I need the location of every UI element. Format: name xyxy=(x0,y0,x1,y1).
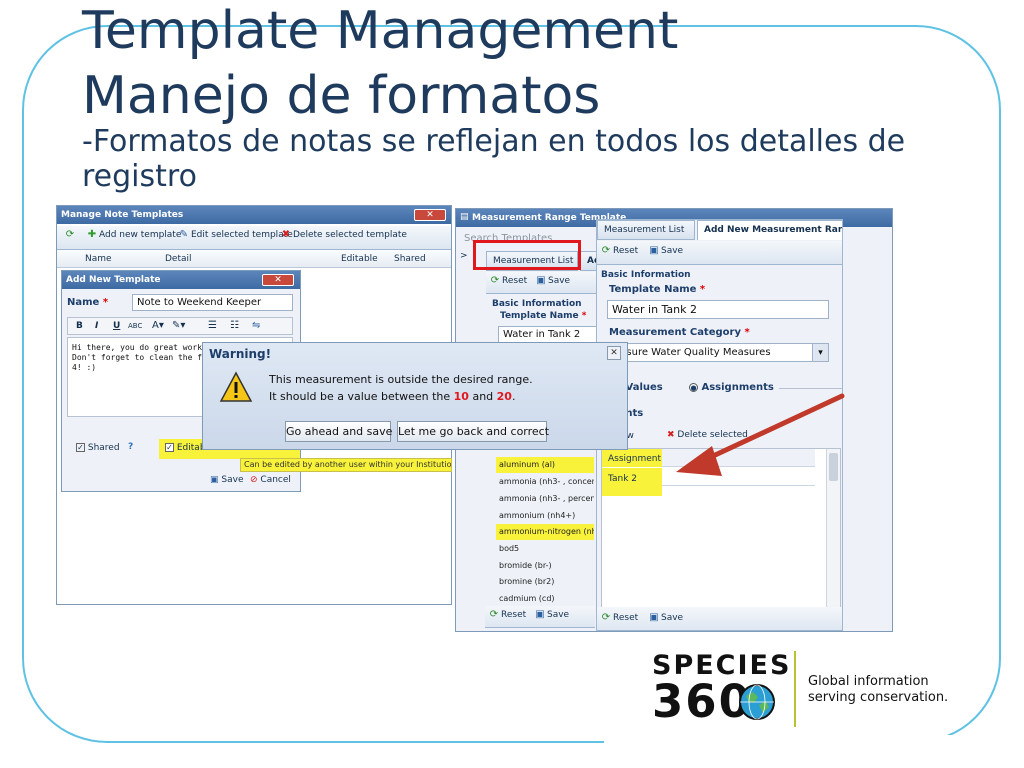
logo-number: 360 xyxy=(652,675,752,728)
warning-message-1: This measurement is outside the desired … xyxy=(269,373,533,386)
go-ahead-save-button[interactable]: Go ahead and save xyxy=(285,421,392,442)
range-max: 20 xyxy=(496,390,512,403)
globe-icon xyxy=(739,684,775,720)
logo-tagline-2: serving conservation. xyxy=(808,690,949,705)
slide: Template Management Manejo de formatos -… xyxy=(0,0,1024,768)
warning-icon xyxy=(219,371,253,402)
warning-title: Warning! xyxy=(209,347,272,361)
warning-message-2: It should be a value between the 10 and … xyxy=(269,390,516,403)
go-back-correct-button[interactable]: Let me go back and correct xyxy=(397,421,549,442)
close-icon[interactable]: ✕ xyxy=(607,346,621,360)
logo-divider xyxy=(794,651,796,727)
logo-tagline-1: Global information xyxy=(808,674,929,689)
warning-dialog: Warning! ✕ This measurement is outside t… xyxy=(202,342,628,450)
range-min: 10 xyxy=(453,390,469,403)
